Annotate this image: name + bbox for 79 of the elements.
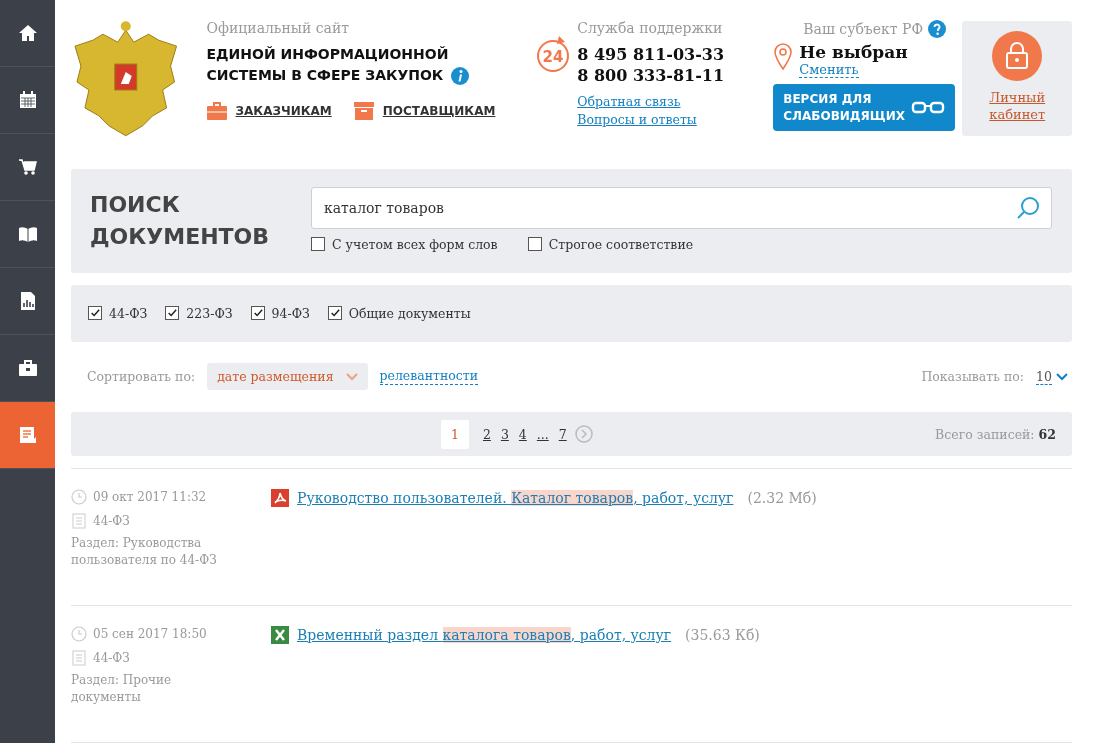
document-icon	[71, 513, 87, 529]
result-section: Раздел: Прочие документы	[71, 672, 241, 706]
chevron-down-icon	[345, 372, 358, 381]
law-filter-label: Общие документы	[348, 305, 471, 321]
result-law: 44-ФЗ	[93, 514, 130, 528]
support-caption: Служба поддержки	[577, 20, 724, 36]
document-link[interactable]: Руководство пользователей. Каталог товаров, работ, услуг	[297, 490, 734, 506]
law-filter-label: 223-ФЗ	[186, 305, 233, 321]
total-count: 62	[1038, 426, 1056, 442]
glasses-icon	[911, 99, 946, 116]
checkbox[interactable]	[88, 306, 102, 321]
sort-option[interactable]: релевантности	[379, 368, 479, 386]
checkbox[interactable]	[165, 306, 180, 321]
page-size-dropdown[interactable]: 10	[1036, 368, 1068, 385]
document-icon	[71, 650, 87, 666]
search-option-label: Строгое соответствие	[548, 236, 694, 252]
result-date: 05 сен 2017 18:50	[93, 627, 207, 641]
lock-icon	[992, 31, 1043, 81]
chevron-down-icon	[1056, 372, 1068, 381]
pdf-file-icon	[271, 489, 289, 507]
search-option-label: С учетом всех форм слов	[332, 236, 498, 252]
nav-link[interactable]: ЗАКАЗЧИКАМ	[235, 104, 332, 118]
cart-icon	[17, 157, 38, 177]
box-icon	[353, 102, 374, 120]
law-filter-label: 44-ФЗ	[109, 305, 148, 321]
site-title: ЕДИНОЙ ИНФОРМАЦИОННОЙ	[206, 45, 450, 64]
page-size-label: Показывать по:	[921, 369, 1025, 385]
clock-icon	[71, 489, 87, 505]
home-icon	[17, 23, 38, 43]
sort-option[interactable]: дате размещения	[207, 363, 368, 391]
info-icon[interactable]	[451, 66, 470, 85]
accessibility-button[interactable]: ВЕРСИЯ ДЛЯ СЛАБОВИДЯЩИХ	[773, 84, 956, 131]
document-icon	[17, 425, 38, 445]
help-icon[interactable]	[928, 20, 947, 38]
briefcase-icon	[17, 358, 38, 378]
support-link[interactable]: Вопросы и ответы	[577, 111, 697, 129]
briefcase-icon	[206, 102, 227, 120]
region-value: Не выбран	[799, 42, 908, 62]
document-link[interactable]: Временный раздел каталога товаров, работ, услуг	[297, 627, 672, 643]
search-icon[interactable]	[1016, 195, 1040, 220]
file-size: (35.63 Кб)	[685, 627, 760, 643]
page-link[interactable]: 1	[441, 419, 469, 449]
checkbox[interactable]	[311, 237, 325, 252]
page-link[interactable]: ...	[534, 426, 551, 442]
result-section: Раздел: Руководства пользователя по 44-ФЗ	[71, 535, 241, 569]
spreadsheet-file-icon	[271, 626, 289, 644]
result-date: 09 окт 2017 11:32	[93, 490, 207, 504]
search-title: ДОКУМЕНТОВ	[90, 222, 270, 251]
checkbox[interactable]	[527, 237, 542, 252]
checkmark-icon	[90, 308, 100, 319]
result-law: 44-ФЗ	[93, 651, 130, 665]
page-link[interactable]: 7	[556, 426, 569, 442]
location-pin-icon	[773, 42, 794, 70]
page-link[interactable]: 3	[498, 426, 511, 442]
nav-link[interactable]: ПОСТАВЩИКАМ	[382, 104, 496, 118]
checkbox[interactable]	[327, 306, 342, 321]
checkmark-icon	[252, 308, 263, 319]
phone-number: 8 800 333-81-11	[577, 65, 725, 86]
sort-label: Сортировать по:	[87, 369, 196, 385]
total-label: Всего записей:	[935, 426, 1035, 442]
site-caption: Официальный сайт	[206, 20, 350, 36]
checkmark-icon	[329, 308, 340, 319]
book-icon	[17, 224, 38, 244]
phone-number: 8 495 811-03-33	[577, 44, 725, 65]
checkbox[interactable]	[250, 306, 265, 321]
page-link[interactable]: 2	[480, 426, 493, 442]
calendar-icon	[17, 90, 38, 110]
law-filter-label: 94-ФЗ	[271, 305, 310, 321]
change-region-link[interactable]: Сменить	[799, 62, 859, 78]
region-caption: Ваш субъект РФ	[803, 21, 924, 37]
clock-icon	[71, 626, 87, 642]
page-link[interactable]: 4	[516, 426, 529, 442]
checkmark-icon	[167, 308, 178, 319]
site-title: СИСТЕМЫ В СФЕРЕ ЗАКУПОК	[206, 66, 444, 85]
search-title: ПОИСК	[90, 190, 180, 219]
personal-cabinet-link[interactable]: Личный кабинет	[989, 89, 1046, 123]
search-field[interactable]: каталог товаров	[311, 186, 1052, 229]
support-link[interactable]: Обратная связь	[577, 93, 681, 111]
file-size: (2.32 Мб)	[747, 490, 817, 506]
